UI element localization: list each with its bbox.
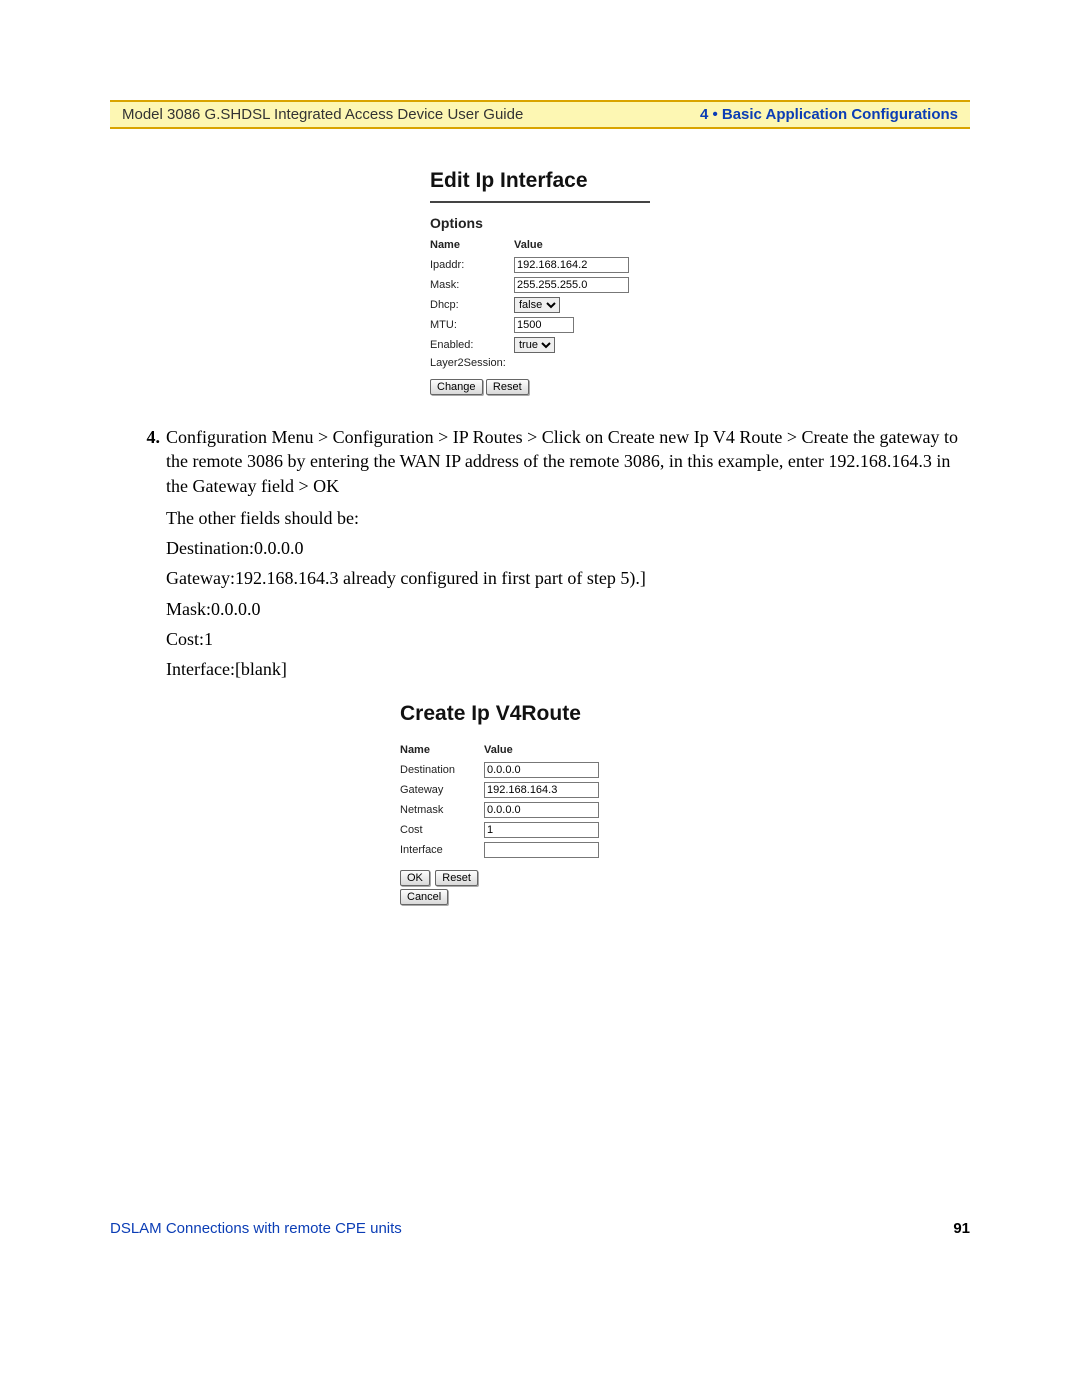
para-gateway: Gateway:192.168.164.3 already configured…	[166, 566, 970, 590]
col-value: Value	[484, 742, 680, 760]
header-left-text: Model 3086 G.SHDSL Integrated Access Dev…	[122, 106, 523, 123]
body-text: 4. Configuration Menu > Configuration > …	[130, 425, 970, 682]
create-route-table: Name Value Destination Gateway Netmask C…	[400, 742, 680, 860]
edit-ip-table: Name Value Ipaddr: Mask: Dhcp: false MTU…	[430, 237, 650, 371]
ipaddr-label: Ipaddr:	[430, 255, 514, 275]
step-number: 4.	[130, 425, 166, 498]
dhcp-select[interactable]: false	[514, 297, 560, 313]
cost-input[interactable]	[484, 822, 599, 838]
interface-label: Interface	[400, 840, 484, 860]
netmask-input[interactable]	[484, 802, 599, 818]
page-header: Model 3086 G.SHDSL Integrated Access Dev…	[110, 100, 970, 129]
layer2session-label: Layer2Session:	[430, 355, 650, 371]
gateway-label: Gateway	[400, 780, 484, 800]
reset-button[interactable]: Reset	[435, 870, 478, 886]
netmask-label: Netmask	[400, 800, 484, 820]
change-button[interactable]: Change	[430, 379, 483, 395]
para-mask: Mask:0.0.0.0	[166, 597, 970, 621]
step-text: Configuration Menu > Configuration > IP …	[166, 425, 970, 498]
mtu-input[interactable]	[514, 317, 574, 333]
create-route-panel: Create Ip V4Route Name Value Destination…	[400, 702, 680, 908]
cost-label: Cost	[400, 820, 484, 840]
enabled-label: Enabled:	[430, 335, 514, 355]
mask-label: Mask:	[430, 275, 514, 295]
col-name: Name	[430, 237, 514, 255]
reset-button[interactable]: Reset	[486, 379, 529, 395]
cancel-button[interactable]: Cancel	[400, 889, 448, 905]
gateway-input[interactable]	[484, 782, 599, 798]
destination-label: Destination	[400, 760, 484, 780]
ipaddr-input[interactable]	[514, 257, 629, 273]
col-value: Value	[514, 237, 650, 255]
para-other-fields: The other fields should be:	[166, 506, 970, 530]
col-name: Name	[400, 742, 484, 760]
page-footer: DSLAM Connections with remote CPE units …	[110, 1220, 970, 1237]
enabled-select[interactable]: true	[514, 337, 555, 353]
page-number: 91	[953, 1220, 970, 1237]
create-route-title: Create Ip V4Route	[400, 702, 680, 726]
mtu-label: MTU:	[430, 315, 514, 335]
destination-input[interactable]	[484, 762, 599, 778]
ok-button[interactable]: OK	[400, 870, 430, 886]
para-destination: Destination:0.0.0.0	[166, 536, 970, 560]
header-right-text: 4 • Basic Application Configurations	[700, 106, 958, 123]
dhcp-label: Dhcp:	[430, 295, 514, 315]
edit-ip-subtitle: Options	[430, 215, 650, 231]
para-cost: Cost:1	[166, 627, 970, 651]
edit-ip-interface-panel: Edit Ip Interface Options Name Value Ipa…	[430, 169, 650, 395]
interface-input[interactable]	[484, 842, 599, 858]
mask-input[interactable]	[514, 277, 629, 293]
para-interface: Interface:[blank]	[166, 657, 970, 681]
edit-ip-title: Edit Ip Interface	[430, 169, 650, 203]
footer-left: DSLAM Connections with remote CPE units	[110, 1220, 402, 1237]
